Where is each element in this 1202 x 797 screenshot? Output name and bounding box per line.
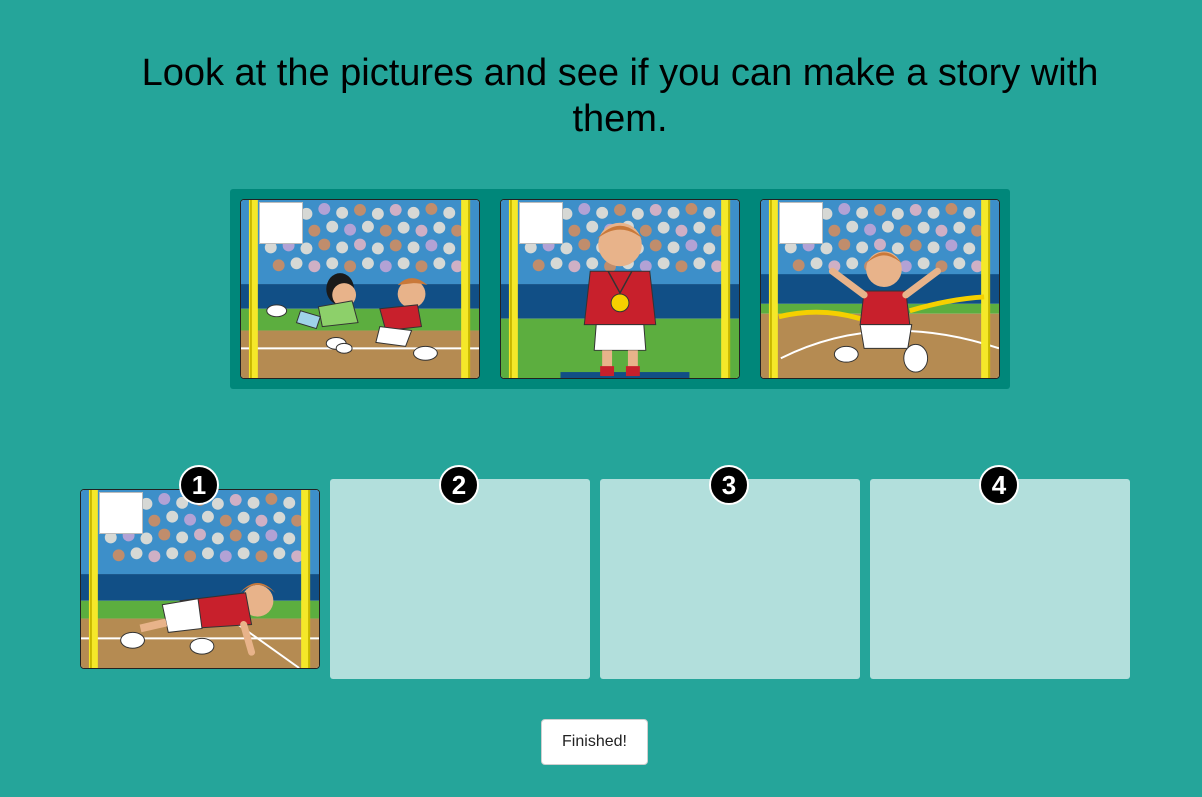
card-starting-position[interactable] [80,489,320,669]
card-corner-box [259,202,303,244]
card-race-running[interactable] [240,199,480,379]
slot-number-badge: 2 [439,465,479,505]
card-medal-winner[interactable] [500,199,740,379]
card-corner-box [779,202,823,244]
slot-number-badge: 1 [179,465,219,505]
card-finish-line[interactable] [760,199,1000,379]
slot-2[interactable] [330,479,590,679]
card-corner-box [99,492,143,534]
slot-3[interactable] [600,479,860,679]
source-tray [230,189,1010,389]
slot-number-badge: 4 [979,465,1019,505]
instruction-text: Look at the pictures and see if you can … [141,52,1099,140]
finished-button[interactable]: Finished! [541,719,648,765]
card-corner-box [519,202,563,244]
slot-number-badge: 3 [709,465,749,505]
slot-4[interactable] [870,479,1130,679]
